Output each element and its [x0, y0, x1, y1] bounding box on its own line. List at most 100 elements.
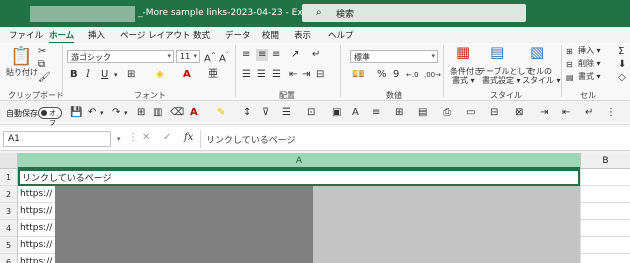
row-header[interactable]: 3 — [0, 203, 18, 220]
decrease-font-icon[interactable]: Aˇ — [219, 50, 229, 65]
paste-button-label[interactable]: 貼り付け — [6, 68, 38, 78]
fill-icon[interactable]: ⬇ — [618, 59, 626, 71]
conditional-format-label-2[interactable]: 書式 ▾ — [452, 76, 475, 86]
outdent-qat-icon[interactable]: ⇤ — [562, 107, 570, 119]
format-as-table-label-2[interactable]: 書式設定 ▾ — [482, 76, 521, 86]
cell-styles-icon[interactable]: ▧ — [530, 45, 544, 60]
row-header[interactable]: 6 — [0, 254, 18, 263]
tab-page-layout[interactable]: ページ レイアウト — [120, 29, 191, 41]
redo-icon[interactable]: ↷ — [112, 107, 120, 119]
increase-font-icon[interactable]: A^ — [204, 50, 216, 65]
font-size-select[interactable]: 11 ▾ — [176, 50, 200, 63]
borders-icon[interactable]: ⊞ — [127, 69, 135, 81]
enter-icon[interactable]: ✓ — [163, 132, 171, 144]
wrap-text-icon[interactable]: ↵ — [312, 49, 320, 61]
decrease-indent-icon[interactable]: ⇤ — [289, 69, 297, 81]
cell-a1[interactable]: リンクしているページ — [18, 169, 580, 186]
tab-insert[interactable]: 挿入 — [88, 29, 105, 41]
comma-icon[interactable]: 9 — [393, 69, 399, 81]
autosum-icon[interactable]: Σ — [618, 46, 624, 58]
underline-dropdown-icon[interactable]: ▾ — [114, 69, 118, 81]
print-icon[interactable]: ⎙ — [443, 107, 451, 119]
row-header[interactable]: 2 — [0, 186, 18, 203]
italic-button[interactable]: I — [86, 69, 90, 81]
increase-indent-icon[interactable]: ⇥ — [302, 69, 310, 81]
cell-styles-label-2[interactable]: スタイル ▾ — [522, 76, 561, 86]
sheet-icon[interactable]: ▭ — [466, 107, 475, 119]
font-color-icon[interactable]: A — [183, 69, 191, 81]
phonetic-guide-icon[interactable]: 亜 — [208, 69, 218, 81]
underline-button[interactable]: U — [101, 69, 108, 81]
column-header-b[interactable]: B — [580, 153, 630, 169]
number-format-select[interactable]: 標準 ▾ — [350, 50, 438, 63]
name-box-dropdown-icon[interactable]: ▾ — [117, 133, 121, 145]
image-icon[interactable]: ▣ — [332, 107, 341, 119]
cell-b5[interactable] — [580, 237, 630, 254]
currency-icon[interactable]: 💴 — [352, 69, 364, 81]
tab-review[interactable]: 校閲 — [262, 29, 279, 41]
name-box[interactable]: A1 — [3, 131, 111, 147]
format-painter-icon[interactable]: 🖌 — [38, 72, 51, 84]
merge-center-icon[interactable]: ⊟ — [316, 69, 324, 81]
more-options-icon[interactable]: ⋮ — [128, 132, 138, 144]
percent-icon[interactable]: % — [377, 69, 387, 81]
align-center-icon[interactable]: ☰ — [257, 69, 266, 81]
formula-input[interactable]: リンクしているページ — [206, 133, 296, 146]
bold-button[interactable]: B — [70, 69, 78, 81]
chart-icon[interactable]: ▥ — [153, 107, 162, 119]
merge-qat-icon[interactable]: ⊟ — [490, 107, 498, 119]
undo-icon[interactable]: ↶ — [88, 107, 96, 119]
font-color-qat-icon[interactable]: A — [190, 107, 198, 119]
freeze-icon[interactable]: ⊠ — [515, 107, 523, 119]
highlight-qat-icon[interactable]: ✎ — [217, 107, 225, 119]
tab-formulas[interactable]: 数式 — [193, 29, 210, 41]
row-header[interactable]: 4 — [0, 220, 18, 237]
tab-data[interactable]: データ — [225, 29, 251, 41]
tab-home[interactable]: ホーム — [49, 29, 75, 44]
tab-file[interactable]: ファイル — [9, 29, 43, 41]
cell-b2[interactable] — [580, 186, 630, 203]
align-middle-icon[interactable]: ≡ — [256, 49, 269, 61]
align-left-icon[interactable]: ☰ — [242, 69, 251, 81]
cell-b6[interactable] — [580, 254, 630, 263]
align-qat-icon[interactable]: ☰ — [282, 107, 291, 119]
insert-function-icon[interactable]: fx — [184, 132, 193, 144]
delete-cells-icon[interactable]: ⊟ — [566, 59, 573, 71]
cell-b1[interactable] — [580, 169, 630, 186]
select-all-corner[interactable] — [0, 153, 18, 169]
borders-qat-icon[interactable]: ⊞ — [137, 107, 145, 119]
column-header-a[interactable]: A — [18, 153, 580, 169]
clear-icon[interactable]: ◇ — [618, 72, 626, 84]
wrap-qat-icon[interactable]: ↵ — [585, 107, 593, 119]
table-icon[interactable]: ⊞ — [395, 107, 403, 119]
insert-cells-icon[interactable]: ⊞ — [566, 46, 573, 58]
macro-icon[interactable]: ▤ — [418, 107, 427, 119]
paste-icon[interactable]: 📋 — [10, 47, 32, 67]
delete-cells-button[interactable]: 削除 ▾ — [578, 59, 601, 69]
orientation-icon[interactable]: ↗ — [291, 49, 299, 61]
border-draw-icon[interactable]: ⊡ — [307, 107, 315, 119]
row-header[interactable]: 5 — [0, 237, 18, 254]
align-right-icon[interactable]: ☰ — [272, 69, 281, 81]
autosave-toggle[interactable]: オフ — [38, 107, 62, 127]
redo-dropdown-icon[interactable]: ▾ — [124, 107, 128, 119]
indent-qat-icon[interactable]: ⇥ — [540, 107, 548, 119]
tab-help[interactable]: ヘルプ — [328, 29, 354, 41]
clear-format-icon[interactable]: ⌫ — [170, 107, 184, 119]
decrease-decimal-icon[interactable]: .00→ — [424, 69, 441, 81]
line-spacing-icon[interactable]: ≡ — [372, 107, 380, 119]
format-cells-button[interactable]: 書式 ▾ — [578, 72, 601, 82]
font-name-select[interactable]: 游ゴシック ▾ — [67, 50, 174, 63]
filter-icon[interactable]: ⊽ — [262, 107, 269, 119]
row-header[interactable]: 1 — [0, 169, 18, 186]
text-box-icon[interactable]: A — [352, 107, 359, 119]
conditional-format-icon[interactable]: ▦ — [456, 45, 470, 60]
cell-b4[interactable] — [580, 220, 630, 237]
cut-icon[interactable]: ✂ — [38, 46, 46, 58]
undo-dropdown-icon[interactable]: ▾ — [100, 107, 104, 119]
insert-cells-button[interactable]: 挿入 ▾ — [578, 46, 601, 56]
tab-view[interactable]: 表示 — [294, 29, 311, 41]
format-as-table-icon[interactable]: ▤ — [490, 45, 504, 60]
save-icon[interactable]: 💾 — [70, 107, 82, 119]
align-bottom-icon[interactable]: ≡ — [272, 49, 280, 61]
